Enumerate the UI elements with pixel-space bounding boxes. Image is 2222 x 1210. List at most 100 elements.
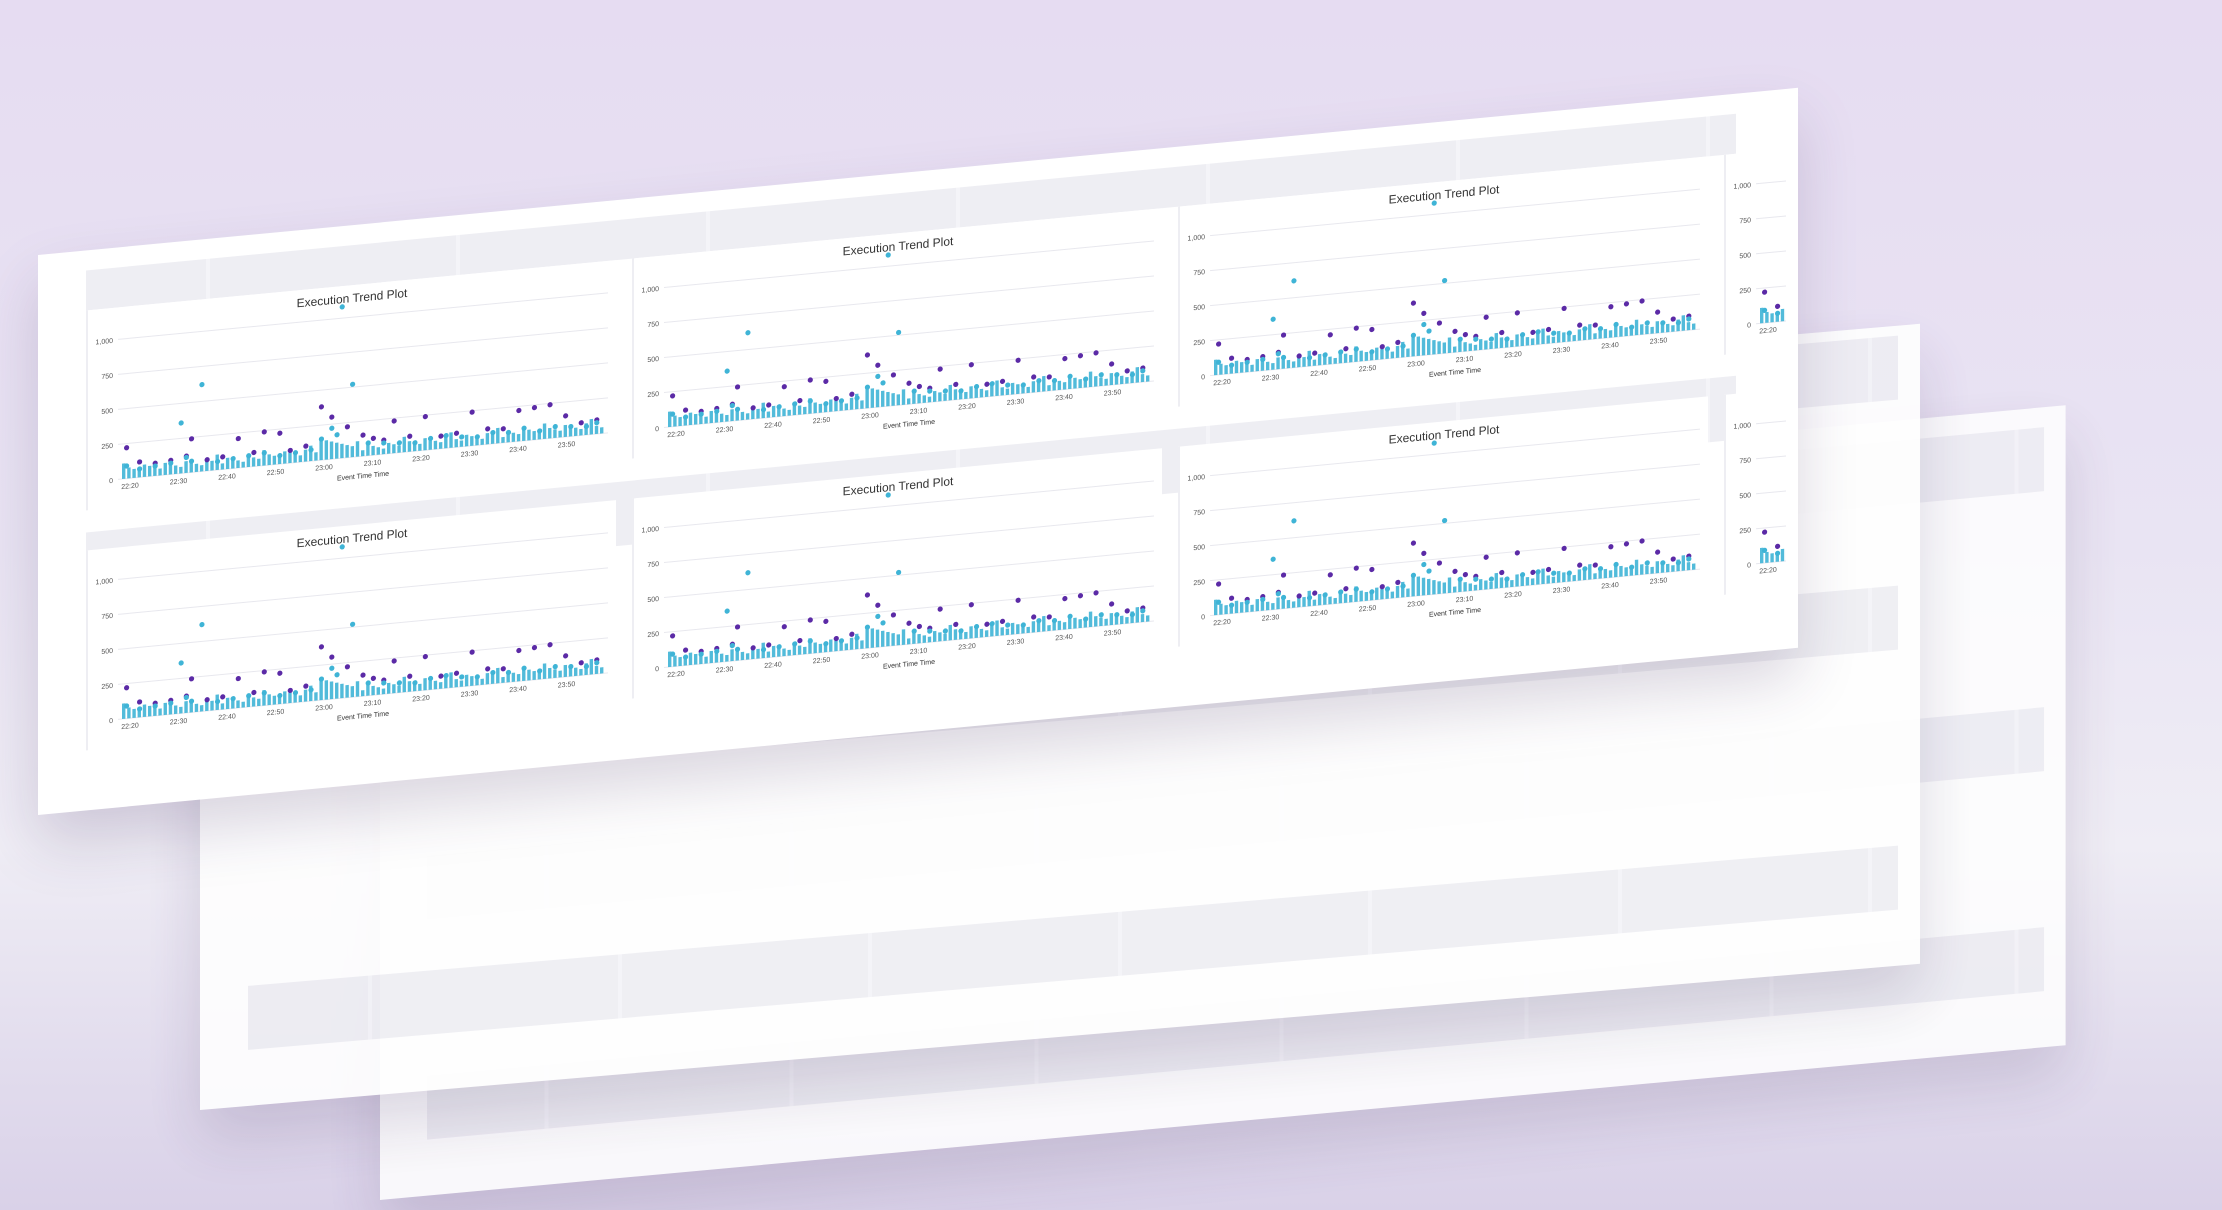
data-point (1020, 382, 1026, 388)
bar (158, 468, 162, 476)
bar (1276, 357, 1280, 370)
bar (1375, 347, 1379, 360)
data-point (220, 694, 226, 700)
gridline (1210, 223, 1700, 272)
data-point (1270, 556, 1276, 562)
y-tick-label: 250 (647, 391, 659, 399)
bar (803, 406, 807, 415)
data-point (1639, 298, 1645, 304)
data-point (864, 592, 871, 598)
bar (1281, 358, 1285, 369)
bar (1031, 381, 1036, 393)
bar (199, 704, 204, 712)
bar (225, 457, 230, 470)
data-point (1114, 612, 1120, 618)
data-point (427, 675, 434, 682)
bar (464, 434, 469, 447)
data-point (1051, 378, 1058, 384)
data-point (1597, 566, 1604, 572)
data-point (365, 440, 371, 446)
bar (673, 415, 677, 427)
data-point (953, 621, 959, 628)
bar (418, 443, 422, 451)
data-point (277, 670, 283, 676)
data-point (1343, 346, 1349, 352)
bar (813, 642, 817, 654)
data-point (1395, 579, 1401, 586)
x-tick-label: 23:40 (1055, 634, 1073, 643)
y-tick-label: 750 (101, 613, 113, 621)
bar (459, 680, 464, 687)
y-tick-label: 750 (1193, 509, 1205, 517)
bar (1411, 335, 1415, 357)
data-point (1504, 576, 1510, 582)
y-tick-label: 500 (101, 648, 113, 656)
bar (1650, 566, 1654, 574)
data-point (1369, 349, 1375, 355)
data-point (531, 405, 538, 411)
bar (1484, 340, 1488, 350)
data-point (1761, 289, 1768, 295)
bar (361, 450, 365, 457)
data-point (1369, 326, 1375, 333)
data-point (1577, 562, 1583, 568)
x-tick-label: 22:30 (1262, 374, 1280, 383)
bar (829, 639, 833, 652)
bar (1765, 311, 1769, 323)
y-tick-label: 1,000 (96, 338, 114, 347)
bar (1375, 587, 1379, 600)
data-point (1608, 544, 1614, 550)
gridline (664, 240, 1154, 289)
gridline (118, 362, 608, 410)
bar (803, 646, 807, 655)
data-point (505, 669, 512, 676)
y-tick-label: 750 (1193, 269, 1205, 277)
bar (891, 633, 895, 646)
data-point (1124, 368, 1130, 374)
data-point (1322, 592, 1328, 598)
data-point (230, 696, 236, 702)
data-point (287, 687, 293, 694)
data-point (578, 660, 584, 666)
bar (1671, 565, 1675, 572)
x-axis-label: Event Time Time (883, 659, 935, 671)
bar (1541, 568, 1545, 585)
bar (1562, 572, 1566, 583)
bar-group (1214, 315, 1696, 376)
data-point (745, 570, 751, 576)
data-point (1452, 568, 1458, 574)
bar (236, 460, 240, 469)
data-point (329, 425, 335, 431)
data-point (682, 414, 689, 420)
bar-group (122, 658, 604, 720)
x-tick-label: 22:40 (218, 713, 236, 722)
data-point (1083, 376, 1089, 382)
bar (1484, 580, 1488, 590)
y-tick-label: 1,000 (642, 526, 660, 535)
chart-grid: Execution Trend Plot 0 250 500 750 1,000 22:20… (86, 148, 1786, 751)
bar (1057, 620, 1062, 631)
x-tick-label: 22:30 (716, 426, 734, 435)
data-point (235, 675, 241, 682)
data-point (792, 401, 798, 407)
bar (470, 435, 474, 446)
bar (875, 629, 880, 648)
bar (1234, 360, 1239, 374)
data-point (916, 623, 922, 630)
bar (485, 672, 490, 685)
bar (1515, 574, 1519, 587)
data-point (1561, 545, 1567, 552)
bar (725, 414, 729, 422)
data-point (1660, 320, 1666, 326)
data-point (422, 653, 428, 660)
bar (1530, 578, 1535, 586)
gridline (1756, 206, 1786, 255)
bar (579, 668, 583, 676)
data-point (1369, 589, 1375, 595)
data-point (292, 450, 299, 456)
bar (1432, 579, 1436, 595)
bar (1281, 598, 1285, 609)
bar (1047, 625, 1051, 632)
x-tick-label: 22:20 (1213, 619, 1231, 628)
data-point (277, 693, 283, 699)
